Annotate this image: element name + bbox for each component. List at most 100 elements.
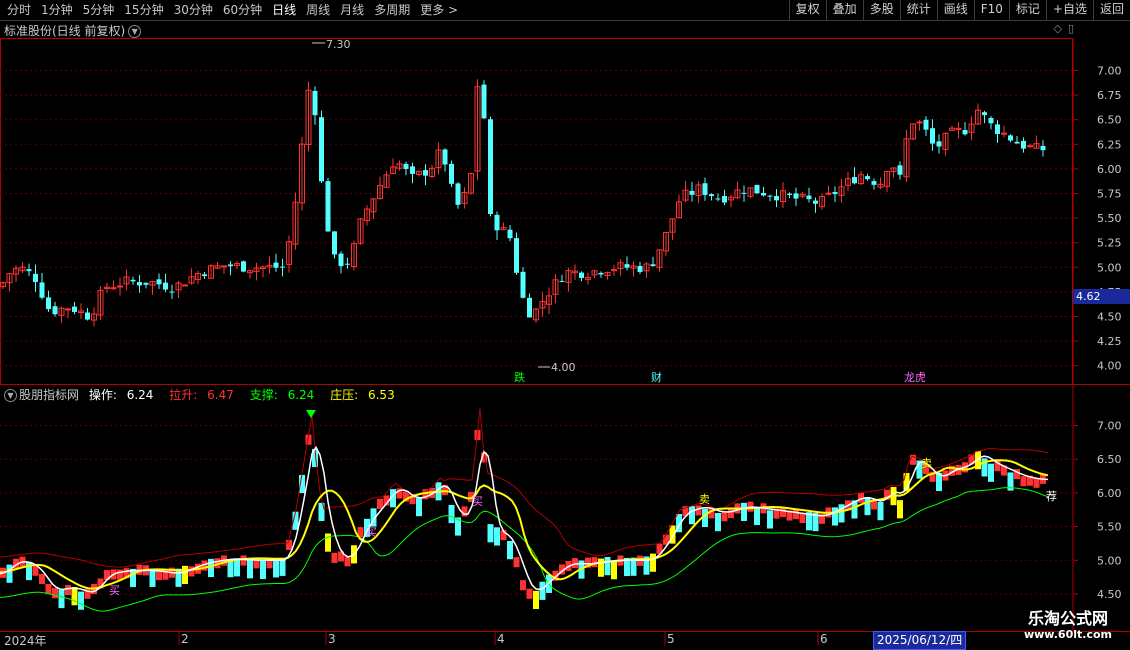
signal-arrow bbox=[306, 410, 316, 418]
indicator-bar bbox=[650, 553, 656, 572]
event-marker: 跌 bbox=[514, 370, 525, 384]
date-label-2024: 2024年 bbox=[4, 634, 47, 648]
candle-body bbox=[85, 312, 90, 320]
indicator-bar bbox=[513, 557, 520, 568]
event-marker: 财 bbox=[651, 370, 662, 384]
indicator-bar bbox=[273, 559, 279, 578]
candle-body bbox=[852, 177, 857, 184]
candle-body bbox=[722, 196, 727, 203]
indicator-bar bbox=[591, 557, 598, 568]
candle-body bbox=[449, 163, 454, 184]
indicator-bar bbox=[877, 502, 884, 521]
indicator-bar bbox=[487, 524, 494, 543]
candle-body bbox=[65, 308, 71, 311]
indicator-bar bbox=[175, 568, 182, 587]
op-value: 6.24 bbox=[126, 388, 154, 402]
support-line bbox=[0, 487, 1049, 612]
indicator-bar bbox=[377, 498, 383, 509]
price-axis-label: 5.00 bbox=[1097, 261, 1122, 274]
date-label-may: 5 bbox=[667, 632, 675, 646]
indicator-bar bbox=[448, 504, 455, 524]
candle-body bbox=[1014, 141, 1020, 144]
price-axis-label: 7.00 bbox=[1097, 65, 1122, 78]
candle-body bbox=[559, 280, 565, 282]
candle-body bbox=[767, 195, 773, 197]
watermark: 乐淘公式网 www.60lt.com bbox=[1024, 610, 1112, 642]
indicator-bar bbox=[416, 498, 422, 517]
price-axis-label: 5.75 bbox=[1097, 188, 1122, 201]
indicator-bar bbox=[864, 496, 871, 516]
candle-body bbox=[1040, 145, 1046, 151]
date-label-mar: 3 bbox=[328, 632, 336, 646]
indicator-bar bbox=[58, 589, 65, 609]
indicator-bar bbox=[52, 588, 58, 599]
indicator-bar bbox=[149, 568, 156, 587]
candle-body bbox=[527, 297, 532, 318]
indicator-bar bbox=[1020, 476, 1027, 487]
candle-body bbox=[520, 271, 526, 298]
candle-body bbox=[319, 117, 324, 182]
chevron-down-icon[interactable]: ▼ bbox=[4, 389, 17, 402]
candle-body bbox=[1027, 145, 1033, 148]
pull-label: 拉升: bbox=[169, 388, 198, 402]
candle-body bbox=[46, 297, 51, 310]
chart-title: 标准股份(日线 前复权) ▼ bbox=[4, 22, 142, 39]
indicator-bar bbox=[39, 573, 45, 585]
op-label: 操作: bbox=[88, 388, 117, 402]
candle-body bbox=[39, 282, 45, 298]
indicator-bar bbox=[507, 541, 513, 560]
candle-body bbox=[871, 181, 877, 185]
candle-body bbox=[806, 195, 812, 200]
sub-axis-label: 7.00 bbox=[1097, 420, 1122, 433]
candle-body bbox=[241, 261, 246, 272]
operation-line bbox=[0, 445, 1049, 593]
candle-body bbox=[52, 306, 58, 315]
candle-body bbox=[637, 265, 643, 272]
cursor-date: 2025/06/12/四 bbox=[873, 631, 967, 650]
sub-axis-label: 6.00 bbox=[1097, 487, 1122, 500]
window-icons: ◇ ▯ bbox=[1047, 22, 1074, 35]
indicator-bar bbox=[611, 561, 617, 580]
indicator-header: ▼ 股朋指标网 操作: 6.24 拉升: 6.47 支撑: 6.24 庄压: 6.… bbox=[4, 386, 407, 403]
candle-body bbox=[754, 184, 760, 194]
maximize-icon[interactable]: ▯ bbox=[1068, 22, 1074, 35]
indicator-name: 股朋指标网 bbox=[19, 388, 80, 402]
indicator-bar bbox=[344, 556, 351, 567]
signal-label: 买 bbox=[366, 526, 377, 539]
signal-label: 卖 bbox=[699, 493, 710, 506]
indicator-bar bbox=[71, 587, 78, 606]
current-price-flag: 4.62 bbox=[1073, 289, 1130, 304]
chevron-down-icon[interactable]: ▼ bbox=[128, 25, 142, 38]
date-axis: 2024年 2 3 4 5 6 2025/06/12/四 bbox=[0, 631, 1130, 650]
candle-body bbox=[130, 279, 136, 282]
signal-label: 卖 bbox=[921, 457, 932, 470]
candle-body bbox=[163, 282, 168, 290]
candle-body bbox=[923, 119, 929, 130]
candle-body bbox=[774, 196, 779, 201]
indicator-bar bbox=[799, 512, 806, 523]
indicator-bar bbox=[721, 511, 728, 522]
support-label: 支撑: bbox=[249, 388, 278, 402]
candle-body bbox=[156, 279, 162, 285]
candle-body bbox=[624, 264, 630, 268]
candle-body bbox=[488, 119, 493, 215]
candle-body bbox=[709, 194, 714, 197]
indicator-bar bbox=[331, 552, 338, 563]
candle-body bbox=[995, 124, 1000, 135]
indicator-bar bbox=[793, 509, 799, 520]
candle-body bbox=[832, 191, 838, 195]
candle-body bbox=[897, 165, 903, 175]
candle-body bbox=[689, 190, 695, 195]
support-value: 6.24 bbox=[287, 388, 315, 402]
price-axis-label: 6.00 bbox=[1097, 163, 1122, 176]
diamond-icon[interactable]: ◇ bbox=[1053, 22, 1061, 35]
candle-body bbox=[325, 181, 331, 232]
signal-label: 荐 bbox=[1046, 490, 1057, 503]
price-axis-label: 5.50 bbox=[1097, 212, 1122, 225]
indicator-bar bbox=[247, 560, 253, 579]
candle-body bbox=[33, 273, 38, 283]
indicator-bar bbox=[604, 557, 611, 576]
price-axis-label: 5.25 bbox=[1097, 237, 1122, 250]
candle-body bbox=[26, 269, 32, 272]
kline-chart[interactable]: 7.006.756.506.256.005.755.505.255.004.75… bbox=[0, 0, 1130, 650]
